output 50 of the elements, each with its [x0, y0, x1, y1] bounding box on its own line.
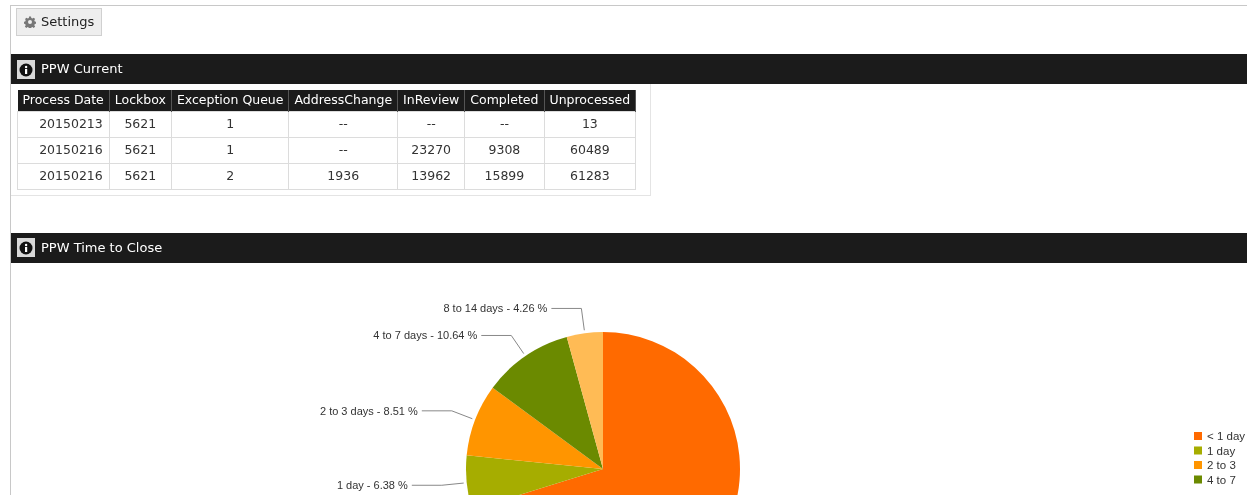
table-cell: 2 — [171, 163, 289, 189]
legend-swatch — [1194, 431, 1202, 440]
legend-label[interactable]: 2 to 3 — [1207, 458, 1236, 471]
legend-label[interactable]: 1 day — [1207, 444, 1236, 456]
column-header: Lockbox — [109, 90, 172, 111]
table-cell: 13962 — [397, 163, 465, 189]
column-header: Exception Queue — [171, 90, 289, 111]
column-header: Completed — [464, 90, 544, 111]
table-cell: 20150213 — [17, 111, 110, 137]
table-cell: -- — [397, 111, 465, 137]
table-cell: 1 — [171, 137, 289, 163]
legend-swatch — [1194, 460, 1202, 469]
slice-label: 8 to 14 days - 4.26 % — [443, 301, 548, 314]
table-cell: 13 — [544, 111, 636, 137]
slice-label: 2 to 3 days - 8.51 % — [319, 404, 418, 417]
table-cell: -- — [288, 111, 398, 137]
table-cell: 1 — [171, 111, 289, 137]
legend-swatch — [1194, 446, 1202, 454]
table-cell: 5621 — [109, 137, 172, 163]
legend-label[interactable]: < 1 day — [1207, 429, 1246, 442]
column-header: Process Date — [17, 90, 110, 111]
column-header: AddressChange — [288, 90, 398, 111]
table-cell: 20150216 — [17, 163, 110, 189]
table-cell: 60489 — [544, 137, 636, 163]
panel-title: PPW Time to Close — [41, 238, 163, 257]
leader-line — [421, 409, 473, 419]
table-cell: -- — [464, 111, 544, 137]
table-cell: 1936 — [288, 163, 398, 189]
table-cell: 20150216 — [17, 137, 110, 163]
legend-label[interactable]: 4 to 7 — [1207, 473, 1236, 485]
slice-label: 4 to 7 days - 10.64 % — [373, 328, 478, 341]
settings-button[interactable]: Settings — [16, 8, 103, 36]
leader-line — [550, 307, 585, 331]
table-cell: 61283 — [544, 163, 636, 189]
table-cell: 9308 — [464, 137, 544, 163]
leader-line — [411, 482, 465, 486]
column-header: Unprocessed — [544, 90, 636, 111]
leader-line — [480, 334, 525, 354]
table-cell: 5621 — [109, 111, 172, 137]
info-icon[interactable] — [17, 59, 35, 79]
table-cell: 23270 — [397, 137, 465, 163]
table-cell: 15899 — [464, 163, 544, 189]
legend-swatch — [1194, 475, 1202, 483]
settings-icon — [24, 16, 36, 28]
table-cell: -- — [288, 137, 398, 163]
slice-label: 1 day - 6.38 % — [336, 478, 408, 491]
table-cell: 5621 — [109, 163, 172, 189]
panel-title: PPW Current — [41, 60, 123, 79]
info-icon[interactable] — [17, 238, 35, 257]
column-header: InReview — [397, 90, 465, 111]
